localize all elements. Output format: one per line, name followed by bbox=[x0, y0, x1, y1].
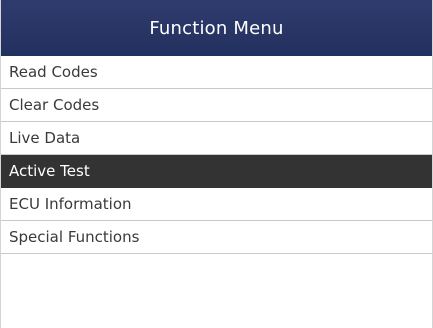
menu-item-label: Live Data bbox=[9, 129, 81, 147]
function-menu-screen: Function Menu Read Codes Clear Codes Liv… bbox=[0, 0, 433, 328]
menu-item-label: Special Functions bbox=[9, 228, 140, 246]
menu-item-label: Active Test bbox=[9, 162, 90, 180]
menu-item-clear-codes[interactable]: Clear Codes bbox=[1, 89, 432, 122]
menu-item-ecu-information[interactable]: ECU Information bbox=[1, 188, 432, 221]
menu-item-read-codes[interactable]: Read Codes bbox=[1, 56, 432, 89]
title-bar: Function Menu bbox=[1, 0, 432, 56]
menu-item-label: Read Codes bbox=[9, 63, 98, 81]
page-title: Function Menu bbox=[149, 17, 284, 39]
menu-item-label: ECU Information bbox=[9, 195, 132, 213]
menu-item-active-test[interactable]: Active Test bbox=[1, 155, 432, 188]
menu-item-label: Clear Codes bbox=[9, 96, 100, 114]
menu-item-live-data[interactable]: Live Data bbox=[1, 122, 432, 155]
function-menu-list: Read Codes Clear Codes Live Data Active … bbox=[1, 56, 432, 254]
menu-item-special-functions[interactable]: Special Functions bbox=[1, 221, 432, 254]
